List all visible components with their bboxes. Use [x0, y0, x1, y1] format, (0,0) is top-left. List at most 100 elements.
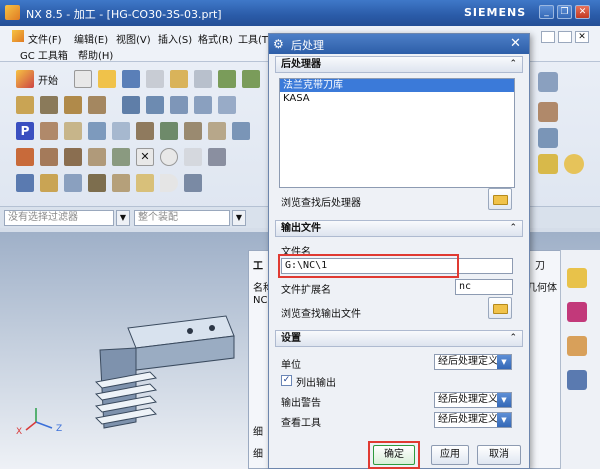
app-menu-icon[interactable] [12, 30, 24, 42]
unit-select[interactable]: 经后处理定义 ▼ [434, 354, 512, 370]
new-file-icon[interactable] [74, 70, 92, 88]
create-method-icon[interactable] [88, 96, 106, 114]
section-postprocessor[interactable]: 后处理器 ⌃ [275, 56, 523, 73]
section-output-file[interactable]: 输出文件 ⌃ [275, 220, 523, 237]
close-icon[interactable]: ✕ [575, 5, 590, 19]
menu-insert[interactable]: 插入(S) [158, 31, 192, 46]
restore-icon[interactable]: ❐ [557, 5, 572, 19]
verify-icon[interactable] [112, 122, 130, 140]
tool-icon[interactable] [40, 174, 58, 192]
create-operation-icon[interactable] [122, 96, 140, 114]
menu-format[interactable]: 格式(R) [198, 31, 233, 46]
wireframe-icon[interactable] [64, 148, 82, 166]
sketch-icon[interactable] [136, 174, 154, 192]
menu-view[interactable]: 视图(V) [116, 31, 151, 46]
scope-filter-select[interactable]: 整个装配 [134, 210, 230, 226]
type-filter-dropdown-icon[interactable]: ▼ [116, 210, 130, 226]
doc-restore-icon[interactable] [558, 31, 572, 43]
dialog-close-icon[interactable]: ✕ [510, 36, 521, 52]
chevron-up-icon[interactable]: ⌃ [509, 57, 517, 72]
apply-button[interactable]: 应用 [431, 445, 469, 465]
machine-view-icon[interactable] [170, 96, 188, 114]
resource-operation-icon[interactable] [567, 302, 587, 322]
assembly-icon[interactable] [88, 174, 106, 192]
start-icon[interactable] [16, 70, 34, 88]
resource-machine-icon[interactable] [567, 336, 587, 356]
type-filter-select[interactable]: 没有选择过滤器 [4, 210, 114, 226]
create-tool-icon[interactable] [40, 96, 58, 114]
list-icon[interactable] [88, 122, 106, 140]
feed-speed-icon[interactable] [232, 122, 250, 140]
render-icon[interactable] [184, 174, 202, 192]
section-settings[interactable]: 设置 ⌃ [275, 330, 523, 347]
review-tool-select[interactable]: 经后处理定义 ▼ [434, 412, 512, 428]
gear-icon[interactable]: ⚙ [273, 37, 284, 51]
replay-icon[interactable] [64, 122, 82, 140]
menu-help[interactable]: 帮助(H) [78, 47, 113, 62]
browse-output-button[interactable] [488, 297, 512, 319]
chevron-down-icon[interactable]: ▼ [497, 413, 511, 427]
right-toolbar-icon-2[interactable] [538, 102, 558, 122]
shop-docs-icon[interactable] [184, 122, 202, 140]
menu-tools[interactable]: 工具(T [238, 31, 268, 46]
start-button-label[interactable]: 开始 [38, 72, 58, 87]
doc-window-icon[interactable] [541, 31, 555, 43]
measure-icon[interactable] [184, 148, 202, 166]
doc-close-icon[interactable]: ✕ [575, 31, 589, 43]
right-toolbar-icon-1[interactable] [538, 72, 558, 92]
navigator-detail-2[interactable]: 细 [253, 445, 263, 460]
select-icon[interactable] [16, 174, 34, 192]
analysis-icon[interactable] [208, 148, 226, 166]
file-extension-input[interactable]: nc [455, 279, 513, 295]
machine-tool-icon[interactable] [160, 122, 178, 140]
right-toolbar-icon-4[interactable] [538, 154, 558, 174]
output-warning-select[interactable]: 经后处理定义 ▼ [434, 392, 512, 408]
menu-edit[interactable]: 编辑(E) [74, 31, 108, 46]
output-cls-icon[interactable] [208, 122, 226, 140]
snap-icon[interactable] [160, 148, 178, 166]
open-file-icon[interactable] [98, 70, 116, 88]
resource-navigator-icon[interactable] [567, 268, 587, 288]
layer-icon[interactable] [112, 148, 130, 166]
list-output-checkbox[interactable]: ✓ [281, 375, 292, 386]
resource-tool-icon[interactable] [567, 370, 587, 390]
scope-filter-dropdown-icon[interactable]: ▼ [232, 210, 246, 226]
shade-icon[interactable] [40, 148, 58, 166]
postprocessor-item-kasa[interactable]: KASA [280, 92, 514, 105]
redo-icon[interactable] [242, 70, 260, 88]
minimize-icon[interactable]: _ [539, 5, 554, 19]
navigator-row-nc[interactable]: NC [253, 295, 267, 306]
create-geometry-icon[interactable] [64, 96, 82, 114]
postprocessor-list[interactable]: 法兰克带刀库 KASA [279, 78, 515, 188]
delete-icon[interactable] [194, 70, 212, 88]
chevron-up-icon[interactable]: ⌃ [509, 331, 517, 346]
generate-toolpath-icon[interactable] [40, 122, 58, 140]
part-icon[interactable] [64, 174, 82, 192]
postprocessor-item-fanuc[interactable]: 法兰克带刀库 [280, 79, 514, 92]
browse-postprocessor-button[interactable] [488, 188, 512, 210]
cut-icon[interactable] [146, 70, 164, 88]
right-toolbar-icon-5[interactable] [564, 154, 584, 174]
geometry-view-icon[interactable] [194, 96, 212, 114]
save-icon[interactable] [122, 70, 140, 88]
section-icon[interactable] [88, 148, 106, 166]
navigator-detail-1[interactable]: 细 [253, 423, 263, 438]
arc-icon[interactable] [160, 174, 178, 192]
undo-icon[interactable] [218, 70, 236, 88]
right-toolbar-icon-3[interactable] [538, 128, 558, 148]
simulate-icon[interactable] [136, 122, 154, 140]
postprocess-icon[interactable]: P [16, 122, 34, 140]
chevron-up-icon[interactable]: ⌃ [509, 221, 517, 236]
menu-gc-toolbox[interactable]: GC 工具箱 [20, 47, 68, 62]
feature-icon[interactable] [112, 174, 130, 192]
chevron-down-icon[interactable]: ▼ [497, 393, 511, 407]
menu-file[interactable]: 文件(F) [28, 31, 62, 46]
program-view-icon[interactable] [146, 96, 164, 114]
chevron-down-icon[interactable]: ▼ [497, 355, 511, 369]
show-hide-icon[interactable]: ✕ [136, 148, 154, 166]
cancel-button[interactable]: 取消 [477, 445, 521, 465]
paste-icon[interactable] [170, 70, 188, 88]
create-program-icon[interactable] [16, 96, 34, 114]
method-view-icon[interactable] [218, 96, 236, 114]
navigator-tab[interactable]: 工 [253, 257, 263, 272]
